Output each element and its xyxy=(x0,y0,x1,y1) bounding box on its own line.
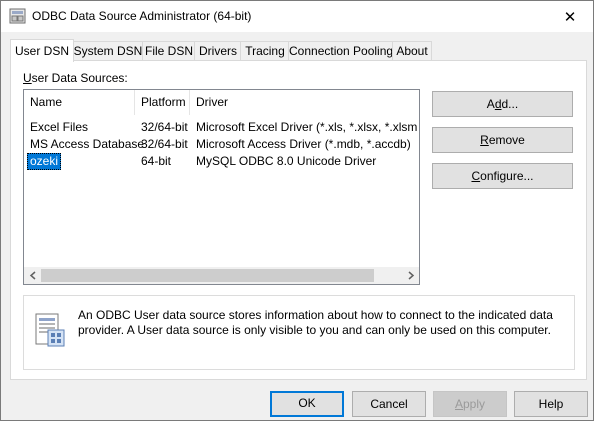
tab-file-dsn[interactable]: File DSN xyxy=(142,41,196,61)
info-text: An ODBC User data source stores informat… xyxy=(78,308,553,337)
column-header-driver[interactable]: Driver xyxy=(190,90,419,115)
row-name: Excel Files xyxy=(30,120,89,134)
configure-button[interactable]: Configure... xyxy=(432,163,573,189)
data-sources-list[interactable]: Name Platform Driver Excel Files 32/64-b… xyxy=(23,89,420,285)
row-name: ozeki xyxy=(27,153,62,170)
add-button[interactable]: Add... xyxy=(432,91,573,117)
tab-connection-pooling[interactable]: Connection Pooling xyxy=(288,41,394,61)
column-header-name[interactable]: Name xyxy=(24,90,135,115)
horizontal-scrollbar[interactable] xyxy=(24,267,419,284)
scroll-left-icon[interactable] xyxy=(24,267,41,284)
user-dsn-panel: User Data Sources: Name Platform Driver … xyxy=(10,60,587,380)
remove-button[interactable]: Remove xyxy=(432,127,573,153)
scroll-right-icon[interactable] xyxy=(402,267,419,284)
info-box: An ODBC User data source stores informat… xyxy=(23,295,575,370)
row-driver: MySQL ODBC 8.0 Unicode Driver xyxy=(196,154,377,168)
list-row[interactable]: Excel Files 32/64-bit Microsoft Excel Dr… xyxy=(24,119,419,136)
odbc-app-icon xyxy=(9,8,26,24)
row-platform: 32/64-bit xyxy=(141,120,188,134)
user-data-sources-label: User Data Sources: xyxy=(23,71,128,85)
column-header-platform[interactable]: Platform xyxy=(135,90,190,115)
close-icon: ✕ xyxy=(563,8,577,26)
apply-button[interactable]: Apply xyxy=(433,391,507,417)
window-title: ODBC Data Source Administrator (64-bit) xyxy=(32,9,252,23)
row-platform: 64-bit xyxy=(141,154,172,168)
data-source-icon xyxy=(35,313,65,347)
help-button[interactable]: Help xyxy=(514,391,588,417)
tab-tracing[interactable]: Tracing xyxy=(240,41,290,61)
list-row-selected[interactable]: ozeki 64-bit MySQL ODBC 8.0 Unicode Driv… xyxy=(24,153,419,170)
odbc-window: ODBC Data Source Administrator (64-bit) … xyxy=(0,0,594,421)
list-row[interactable]: MS Access Database 32/64-bit Microsoft A… xyxy=(24,136,419,153)
list-header: Name Platform Driver xyxy=(24,90,419,115)
tab-system-dsn[interactable]: System DSN xyxy=(72,41,144,61)
tab-drivers[interactable]: Drivers xyxy=(194,41,242,61)
tab-about[interactable]: About xyxy=(392,41,432,61)
tab-user-dsn[interactable]: User DSN xyxy=(10,39,74,62)
close-button[interactable]: ✕ xyxy=(547,1,593,32)
row-platform: 32/64-bit xyxy=(141,137,188,151)
ok-button[interactable]: OK xyxy=(270,391,344,417)
row-driver: Microsoft Excel Driver (*.xls, *.xlsx, *… xyxy=(196,120,417,134)
scrollbar-thumb[interactable] xyxy=(41,269,374,282)
row-name: MS Access Database xyxy=(30,137,145,151)
row-driver: Microsoft Access Driver (*.mdb, *.accdb) xyxy=(196,137,411,151)
cancel-button[interactable]: Cancel xyxy=(352,391,426,417)
title-bar: ODBC Data Source Administrator (64-bit) … xyxy=(1,1,593,32)
